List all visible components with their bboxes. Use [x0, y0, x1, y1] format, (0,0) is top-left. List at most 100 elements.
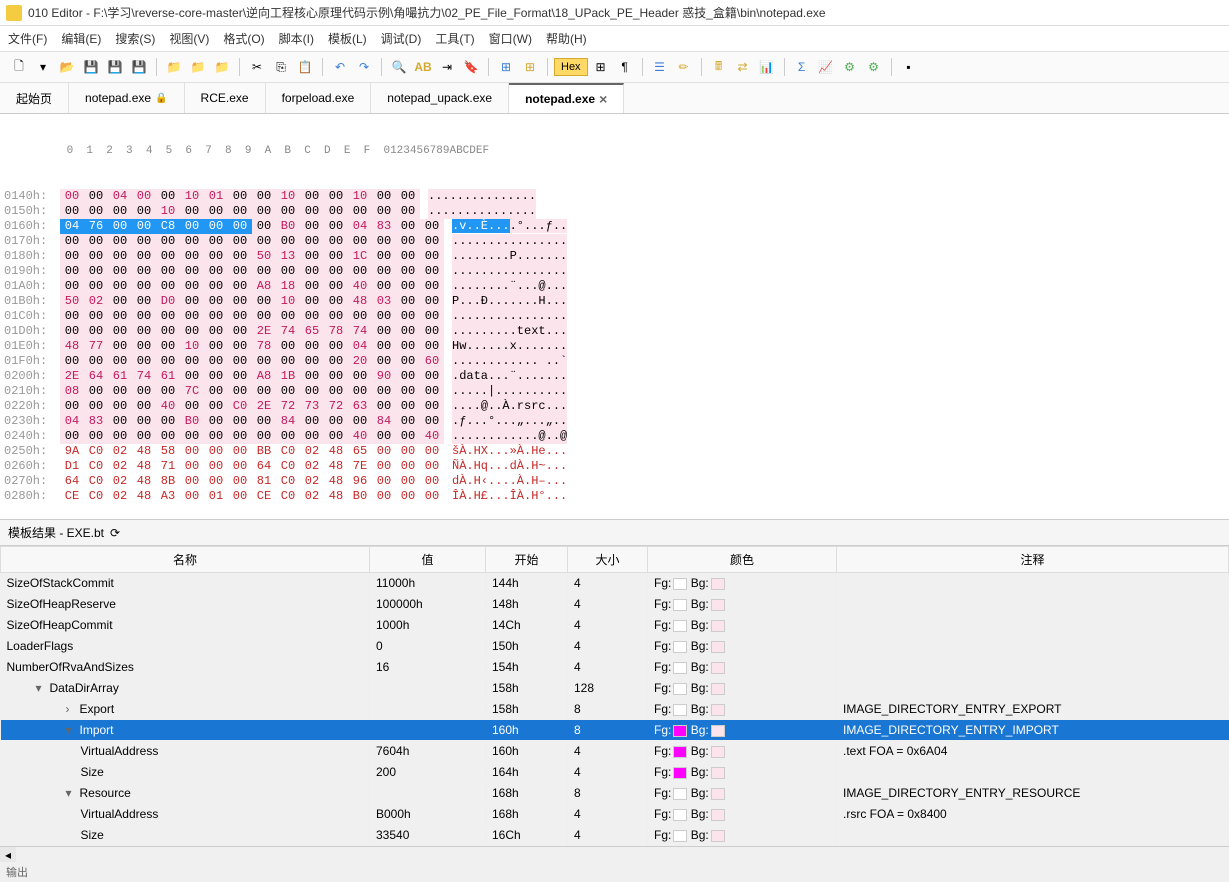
tab-3[interactable]: forpeload.exe: [266, 83, 372, 113]
hex-byte[interactable]: 00: [300, 219, 324, 234]
hex-byte[interactable]: 00: [84, 234, 108, 249]
hex-byte[interactable]: 02: [108, 459, 132, 474]
hex-byte[interactable]: 00: [84, 399, 108, 414]
hex-row[interactable]: 0260h:D1C002487100000064C002487E000000ÑÀ…: [4, 459, 1225, 474]
hex-byte[interactable]: 10: [276, 294, 300, 309]
hex-byte[interactable]: 00: [276, 234, 300, 249]
hex-byte[interactable]: 48: [324, 444, 348, 459]
hex-byte[interactable]: 64: [60, 474, 84, 489]
fg-color-box[interactable]: [673, 620, 687, 632]
hex-row[interactable]: 0170h:00000000000000000000000000000000..…: [4, 234, 1225, 249]
save-button[interactable]: 💾: [80, 56, 102, 78]
hex-byte[interactable]: 50: [60, 294, 84, 309]
hex-byte[interactable]: 00: [372, 249, 396, 264]
bg-color-box[interactable]: [711, 599, 725, 611]
hex-byte[interactable]: 00: [84, 189, 108, 204]
hex-byte[interactable]: 00: [204, 474, 228, 489]
hex-byte[interactable]: 00: [252, 309, 276, 324]
hex-byte[interactable]: 00: [132, 264, 156, 279]
hex-byte[interactable]: 00: [372, 339, 396, 354]
hex-byte[interactable]: 40: [420, 429, 444, 444]
hex-byte[interactable]: 00: [108, 204, 132, 219]
hex-byte[interactable]: 00: [300, 309, 324, 324]
scroll-left-arrow[interactable]: ◂: [0, 847, 16, 862]
hex-row[interactable]: 01A0h:0000000000000000A818000040000000..…: [4, 279, 1225, 294]
hex-byte[interactable]: 02: [300, 459, 324, 474]
menu-item-3[interactable]: 视图(V): [169, 30, 209, 47]
hex-byte[interactable]: 00: [420, 264, 444, 279]
hex-byte[interactable]: 00: [204, 414, 228, 429]
hex-byte[interactable]: 00: [228, 429, 252, 444]
hex-byte[interactable]: 78: [252, 339, 276, 354]
hex-byte[interactable]: 00: [60, 264, 84, 279]
hex-byte[interactable]: 00: [228, 459, 252, 474]
hex-row[interactable]: 0150h:000000001000000000000000000000....…: [4, 204, 1225, 219]
template-results-table[interactable]: 名称 值 开始 大小 颜色 注释 SizeOfStackCommit11000h…: [0, 546, 1229, 846]
hex-byte[interactable]: A8: [252, 369, 276, 384]
hex-byte[interactable]: 00: [276, 204, 300, 219]
hex-byte[interactable]: B0: [348, 489, 372, 504]
hex-byte[interactable]: 60: [420, 354, 444, 369]
hex-byte[interactable]: 02: [300, 444, 324, 459]
hex-byte[interactable]: 00: [420, 249, 444, 264]
hex-byte[interactable]: 00: [228, 384, 252, 399]
hex-byte[interactable]: 00: [420, 459, 444, 474]
close-icon[interactable]: ×: [599, 91, 607, 107]
text-mode-button[interactable]: ⊞: [590, 56, 612, 78]
refresh-icon[interactable]: ⟳: [110, 526, 120, 540]
hex-row[interactable]: 0210h:08000000007C00000000000000000000..…: [4, 384, 1225, 399]
hex-byte[interactable]: 48: [132, 474, 156, 489]
hex-byte[interactable]: 00: [348, 369, 372, 384]
menu-item-7[interactable]: 调试(D): [381, 30, 422, 47]
copy-button[interactable]: ⎘: [270, 56, 292, 78]
hex-byte[interactable]: 00: [324, 369, 348, 384]
hex-byte[interactable]: 00: [84, 204, 108, 219]
fg-color-box[interactable]: [673, 578, 687, 590]
hex-byte[interactable]: 00: [396, 309, 420, 324]
hex-byte[interactable]: 40: [156, 399, 180, 414]
hex-byte[interactable]: B0: [276, 219, 300, 234]
hex-byte[interactable]: 00: [60, 204, 84, 219]
hex-byte[interactable]: 00: [180, 489, 204, 504]
hex-byte[interactable]: 83: [372, 219, 396, 234]
hex-byte[interactable]: 00: [300, 294, 324, 309]
hex-byte[interactable]: 63: [348, 399, 372, 414]
bg-color-box[interactable]: [711, 683, 725, 695]
hex-byte[interactable]: 00: [420, 324, 444, 339]
hex-byte[interactable]: 00: [108, 354, 132, 369]
table-row[interactable]: SizeOfStackCommit11000h144h4Fg: Bg:: [1, 573, 1229, 594]
hex-byte[interactable]: 10: [180, 339, 204, 354]
hex-ascii[interactable]: šÀ.HX...»À.He...: [452, 444, 567, 459]
fg-color-box[interactable]: [673, 683, 687, 695]
hex-byte[interactable]: 13: [276, 249, 300, 264]
expand-icon[interactable]: ▾: [66, 786, 78, 800]
hex-byte[interactable]: 00: [132, 339, 156, 354]
hex-byte[interactable]: 00: [132, 309, 156, 324]
hex-byte[interactable]: 00: [204, 384, 228, 399]
hex-byte[interactable]: 00: [180, 219, 204, 234]
hex-byte[interactable]: 00: [60, 189, 84, 204]
hex-byte[interactable]: 00: [60, 279, 84, 294]
hex-byte[interactable]: 7E: [348, 459, 372, 474]
hex-byte[interactable]: 00: [276, 309, 300, 324]
hex-byte[interactable]: 00: [420, 444, 444, 459]
hex-byte[interactable]: 01: [204, 189, 228, 204]
hex-byte[interactable]: 00: [204, 264, 228, 279]
hex-byte[interactable]: 00: [180, 279, 204, 294]
hex-byte[interactable]: 00: [84, 309, 108, 324]
hex-byte[interactable]: 00: [324, 264, 348, 279]
hex-byte[interactable]: 00: [228, 249, 252, 264]
hex-byte[interactable]: 18: [276, 279, 300, 294]
hex-byte[interactable]: 00: [228, 414, 252, 429]
hex-byte[interactable]: 00: [132, 399, 156, 414]
hex-byte[interactable]: 00: [372, 279, 396, 294]
hex-ascii[interactable]: ........P.......: [452, 249, 567, 264]
hex-ascii[interactable]: ................: [452, 309, 567, 324]
hex-byte[interactable]: 00: [108, 249, 132, 264]
hex-byte[interactable]: C0: [276, 489, 300, 504]
hex-byte[interactable]: 00: [108, 414, 132, 429]
hex-byte[interactable]: 74: [276, 324, 300, 339]
hex-byte[interactable]: 00: [228, 489, 252, 504]
hex-byte[interactable]: 00: [156, 429, 180, 444]
hex-byte[interactable]: 00: [204, 459, 228, 474]
